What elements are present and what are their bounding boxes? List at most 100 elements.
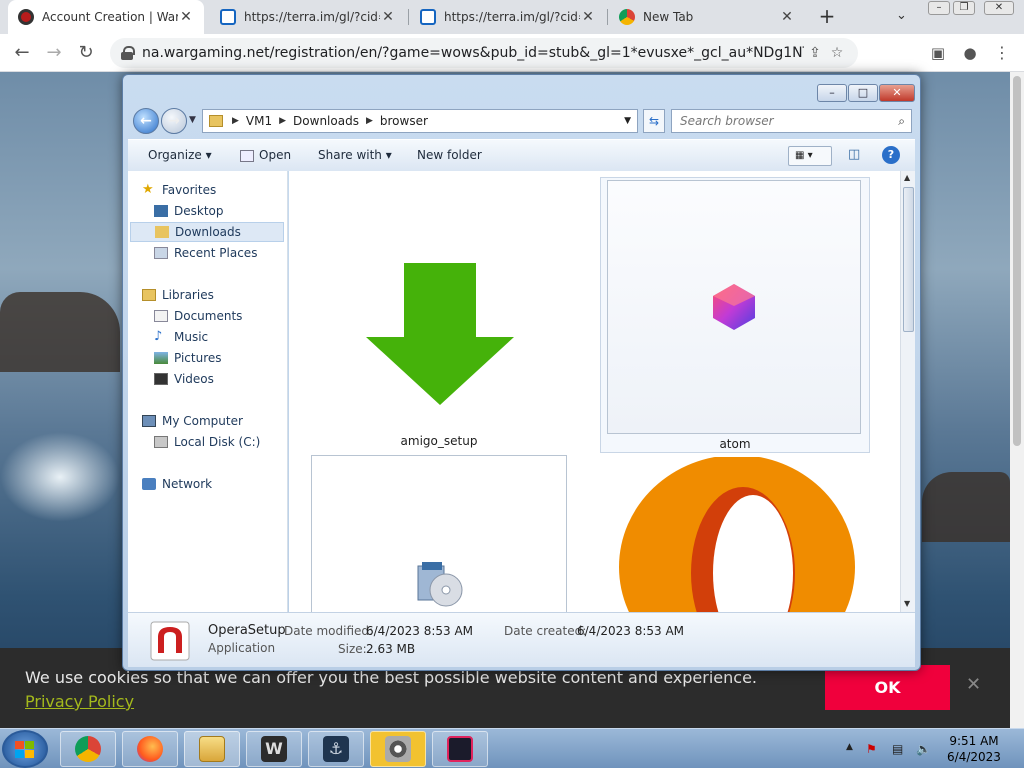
tab-terra-1[interactable]: https://terra.im/gl/?cid= ✕ xyxy=(210,0,406,34)
taskbar-chrome[interactable] xyxy=(60,731,116,767)
file-item-amigo-setup[interactable]: amigo_setup xyxy=(311,175,567,451)
address-bar[interactable]: na.wargaming.net/registration/en/?game=w… xyxy=(110,38,858,68)
back-icon[interactable]: ← xyxy=(10,42,34,64)
url-text[interactable]: na.wargaming.net/registration/en/?game=w… xyxy=(142,45,804,61)
new-folder-button[interactable]: New folder xyxy=(417,148,482,162)
cookie-ok-button[interactable]: OK xyxy=(825,665,950,710)
explorer-search-input[interactable]: Search browser ⌕ xyxy=(671,109,912,133)
search-icon[interactable]: ⌕ xyxy=(898,110,905,132)
privacy-policy-link[interactable]: Privacy Policy xyxy=(25,692,134,711)
breadcrumb-vm1[interactable]: VM1 xyxy=(246,114,272,128)
close-tab-icon[interactable]: ✕ xyxy=(580,9,596,25)
content-scrollbar[interactable]: ▲ ▼ xyxy=(900,171,915,612)
tab-account-creation[interactable]: Account Creation | Warg ✕ xyxy=(8,0,204,34)
address-dropdown-icon[interactable]: ▼ xyxy=(624,116,631,126)
sidepanel-icon[interactable]: ▣ xyxy=(926,42,950,64)
change-view-button[interactable]: ▦ ▾ xyxy=(788,146,832,166)
nav-downloads[interactable]: Downloads xyxy=(130,222,284,242)
taskbar-opera-gx[interactable] xyxy=(432,731,488,767)
clock-date: 6/4/2023 xyxy=(947,750,1001,764)
scroll-down-icon[interactable]: ▼ xyxy=(904,599,910,608)
preview-pane-icon[interactable]: ◫ xyxy=(848,147,860,162)
explorer-close-button[interactable]: ✕ xyxy=(879,84,915,102)
breadcrumb-arrow-icon[interactable]: ▶ xyxy=(366,116,373,126)
nav-my-computer-label: My Computer xyxy=(162,414,243,428)
bookmark-star-icon[interactable]: ☆ xyxy=(826,45,848,61)
reload-icon[interactable]: ↻ xyxy=(74,42,98,64)
open-label: Open xyxy=(259,148,292,162)
nav-libraries[interactable]: Libraries xyxy=(142,285,300,305)
installer-cd-icon xyxy=(417,562,463,607)
desktop-icon xyxy=(154,205,168,217)
new-tab-button[interactable]: + xyxy=(816,5,838,27)
organize-label: Organize xyxy=(148,148,202,162)
taskbar-clock[interactable]: 9:51 AM 6/4/2023 xyxy=(944,733,1004,765)
close-tab-icon[interactable]: ✕ xyxy=(380,9,396,25)
scroll-up-icon[interactable]: ▲ xyxy=(904,173,910,182)
new-folder-label: New folder xyxy=(417,148,482,162)
minimize-button[interactable]: – xyxy=(928,1,950,15)
chrome-icon xyxy=(75,736,101,762)
file-item-installer[interactable] xyxy=(311,455,567,612)
taskbar-world-of-tanks[interactable]: W xyxy=(246,731,302,767)
taskbar-raccoon-app[interactable] xyxy=(370,731,426,767)
menu-kebab-icon[interactable]: ⋮ xyxy=(990,42,1014,64)
scrollbar-thumb[interactable] xyxy=(1013,76,1021,446)
tab-separator xyxy=(408,9,409,25)
tray-expand-icon[interactable]: ▲ xyxy=(846,742,853,752)
breadcrumb-downloads[interactable]: Downloads xyxy=(293,114,359,128)
taskbar-world-of-warships[interactable]: ⚓ xyxy=(308,731,364,767)
taskbar-firefox[interactable] xyxy=(122,731,178,767)
volume-muted-icon[interactable]: 🔈 xyxy=(916,742,931,756)
explorer-minimize-button[interactable]: – xyxy=(817,84,847,102)
action-center-flag-icon[interactable]: ⚑ xyxy=(866,742,877,756)
explorer-maximize-button[interactable]: □ xyxy=(848,84,878,102)
cookie-close-icon[interactable]: ✕ xyxy=(966,674,981,695)
explorer-forward-button[interactable]: → xyxy=(161,108,187,134)
nav-local-disk-label: Local Disk (C:) xyxy=(174,435,261,449)
size-value: 2.63 MB xyxy=(366,642,416,656)
folder-icon xyxy=(209,115,223,127)
file-item-atom[interactable]: atom xyxy=(600,177,870,453)
breadcrumb-browser[interactable]: browser xyxy=(380,114,428,128)
close-tab-icon[interactable]: ✕ xyxy=(178,9,194,25)
file-item-opera[interactable] xyxy=(609,457,869,612)
atom-gem-icon xyxy=(713,284,755,330)
breadcrumb-arrow-icon[interactable]: ▶ xyxy=(232,116,239,126)
nav-network-label: Network xyxy=(162,477,213,491)
raccoon-app-icon xyxy=(385,736,411,762)
close-tab-icon[interactable]: ✕ xyxy=(779,9,795,25)
content-scroll-thumb[interactable] xyxy=(903,187,914,332)
profile-avatar-icon[interactable]: ● xyxy=(958,42,982,64)
nav-network[interactable]: Network xyxy=(142,474,300,494)
size-label: Size: xyxy=(338,642,367,656)
recent-pages-dropdown-icon[interactable]: ▼ xyxy=(189,115,196,125)
sea-splash xyxy=(0,432,120,522)
page-scrollbar[interactable] xyxy=(1010,72,1024,728)
tab-terra-2[interactable]: https://terra.im/gl/?cid= ✕ xyxy=(410,0,606,34)
start-button[interactable] xyxy=(2,730,48,768)
open-button[interactable]: Open xyxy=(240,148,291,162)
breadcrumb-arrow-icon[interactable]: ▶ xyxy=(279,116,286,126)
help-icon[interactable]: ? xyxy=(882,146,900,164)
nav-my-computer[interactable]: My Computer xyxy=(142,411,300,431)
tab-search-icon[interactable]: ⌄ xyxy=(896,8,907,23)
network-tray-icon[interactable]: ▤ xyxy=(892,742,903,756)
maximize-button[interactable]: ❐ xyxy=(953,1,975,15)
organize-button[interactable]: Organize ▾ xyxy=(148,148,212,162)
taskbar-explorer[interactable] xyxy=(184,731,240,767)
close-window-button[interactable]: ✕ xyxy=(984,1,1014,15)
edge-icon xyxy=(420,9,436,25)
forward-icon[interactable]: → xyxy=(42,42,66,64)
music-note-icon: ♪ xyxy=(154,329,163,344)
share-icon[interactable]: ⇪ xyxy=(804,45,826,61)
file-name: amigo_setup xyxy=(400,434,478,448)
tab-new-tab[interactable]: New Tab ✕ xyxy=(609,0,805,34)
windows-taskbar: W ⚓ ▲ ⚑ ▤ 🔈 9:51 AM 6/4/2023 xyxy=(0,728,1024,768)
explorer-back-button[interactable]: ← xyxy=(133,108,159,134)
refresh-icon[interactable]: ⇆ xyxy=(643,109,665,133)
date-modified-label: Date modified: xyxy=(284,624,374,638)
nav-favorites[interactable]: ★ Favorites xyxy=(142,180,300,200)
share-with-button[interactable]: Share with ▾ xyxy=(318,148,392,162)
explorer-address-bar[interactable]: ▶ VM1 ▶ Downloads ▶ browser ▼ xyxy=(202,109,638,133)
